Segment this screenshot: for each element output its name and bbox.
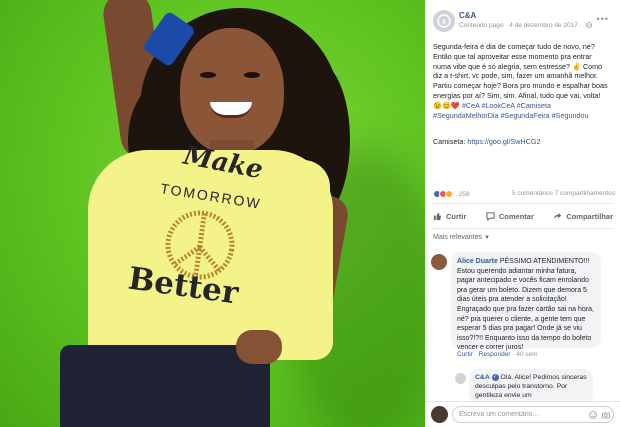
share-button[interactable]: Compartilhar <box>553 212 613 221</box>
composer-tools <box>588 410 610 419</box>
comment-reply-link[interactable]: Responder <box>479 351 511 358</box>
ca-logo-icon: & <box>437 14 451 28</box>
reaction-bar: 258 5 comentários 7 compartilhamentos <box>433 190 615 200</box>
more-options-icon[interactable]: ••• <box>597 14 609 24</box>
comment-count[interactable]: 5 comentários <box>512 190 553 197</box>
face <box>180 28 284 154</box>
commenter-avatar[interactable] <box>431 254 447 270</box>
comment-icon <box>486 211 495 221</box>
my-avatar[interactable] <box>431 406 448 423</box>
product-link[interactable]: https://goo.gl/SwHCG2 <box>467 137 540 146</box>
svg-text:&: & <box>442 20 447 26</box>
post-photo[interactable]: Make TOMORROW Better <box>0 0 425 427</box>
divider <box>433 203 613 204</box>
comment-actions: Curtir · Responder · 40 sem <box>457 351 538 358</box>
product-label: Camiseta: <box>433 137 466 146</box>
verified-badge-icon: ✓ <box>491 373 499 381</box>
page-avatar[interactable]: & <box>433 10 455 32</box>
post-meta-text: Conteúdo pago · 4 de dezembro de 2017 · <box>459 22 582 29</box>
divider <box>433 228 613 229</box>
chevron-down-icon: ▼ <box>484 235 490 241</box>
comment-bubble: Alice Duarte PÉSSIMO ATENDIMENTO!!! Esto… <box>451 252 601 352</box>
engagement-stats: 5 comentários 7 compartilhamentos <box>512 190 615 197</box>
comment-time: · 40 sem <box>512 351 538 358</box>
post-text: Segunda-feira é dia de começar tudo de n… <box>433 42 611 120</box>
hand <box>236 330 282 364</box>
post-meta: Conteúdo pago · 4 de dezembro de 2017 · <box>459 22 592 29</box>
comment-filter-label: Mais relevantes <box>433 234 483 241</box>
post-side-panel: & C&A Conteúdo pago · 4 de dezembro de 2… <box>425 0 620 427</box>
post-body-text: Segunda-feira é dia de começar tudo de n… <box>433 42 608 110</box>
page-reply-avatar[interactable] <box>455 373 466 384</box>
emoji-icon[interactable] <box>588 410 597 419</box>
comment-filter-dropdown[interactable]: Mais relevantes ▼ <box>433 234 490 241</box>
reply-bubble: C&A ✓ Olá, Alice! Pedimos sinceras descu… <box>469 369 593 403</box>
comment-author[interactable]: Alice Duarte <box>457 258 498 265</box>
share-label: Compartilhar <box>566 211 613 221</box>
like-button[interactable]: Curtir <box>433 212 466 221</box>
globe-icon <box>585 22 592 29</box>
thumbs-up-icon <box>433 212 442 220</box>
reaction-count[interactable]: 258 <box>459 191 470 198</box>
share-arrow-icon <box>554 212 562 219</box>
comment-button[interactable]: Comentar <box>486 212 534 221</box>
comment-like-link[interactable]: Curtir <box>457 351 473 358</box>
share-count[interactable]: 7 compartilhamentos <box>555 190 615 197</box>
page-name-link[interactable]: C&A <box>459 11 476 20</box>
comment-text: PÉSSIMO ATENDIMENTO!!! Estou querendo ad… <box>457 258 594 352</box>
post-header: & C&A Conteúdo pago · 4 de dezembro de 2… <box>433 10 613 32</box>
like-label: Curtir <box>446 211 467 221</box>
comment-label: Comentar <box>498 211 534 221</box>
product-line: Camiseta: https://goo.gl/SwHCG2 <box>433 137 613 146</box>
comment-composer <box>425 401 620 427</box>
reply-author[interactable]: C&A <box>475 374 490 381</box>
camera-icon[interactable] <box>601 410 610 419</box>
haha-reaction-icon[interactable] <box>445 190 453 198</box>
post-actions: Curtir Comentar Compartilhar <box>433 207 613 225</box>
